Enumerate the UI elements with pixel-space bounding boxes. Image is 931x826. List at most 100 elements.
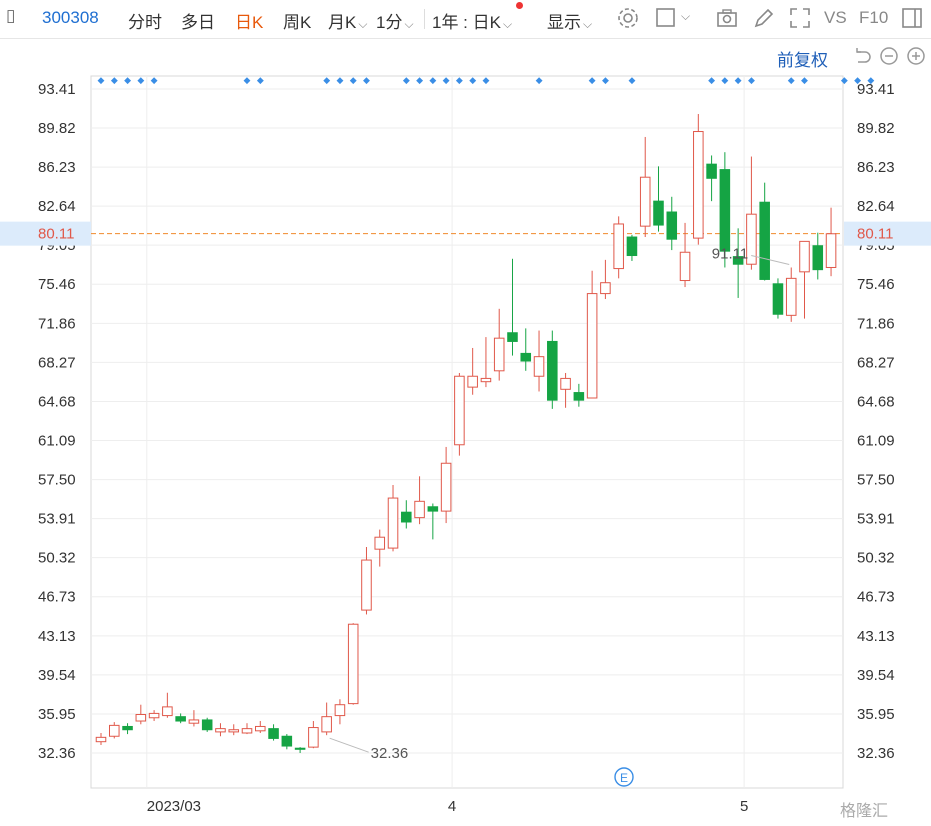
- event-diamond[interactable]: ◆: [137, 75, 144, 85]
- camera-icon[interactable]: [715, 6, 739, 30]
- event-diamond[interactable]: ◆: [336, 75, 343, 85]
- candle[interactable]: [414, 476, 425, 525]
- candle[interactable]: [175, 713, 186, 724]
- event-diamond[interactable]: ◆: [721, 75, 728, 85]
- event-diamond[interactable]: ◆: [602, 75, 609, 85]
- candle[interactable]: [666, 196, 678, 251]
- event-diamond[interactable]: ◆: [589, 75, 596, 85]
- candle[interactable]: [812, 232, 824, 280]
- candle[interactable]: [693, 114, 704, 245]
- tab-multi-day[interactable]: 多日: [181, 8, 215, 33]
- candle[interactable]: [586, 270, 598, 399]
- candle[interactable]: [467, 347, 478, 395]
- candle[interactable]: [732, 228, 744, 298]
- candle[interactable]: [281, 734, 293, 750]
- event-diamond[interactable]: ◆: [429, 75, 436, 85]
- event-diamond[interactable]: ◆: [456, 75, 463, 85]
- candle[interactable]: [427, 503, 439, 540]
- event-diamond[interactable]: ◆: [841, 75, 848, 85]
- candle[interactable]: [334, 699, 346, 725]
- tab-weekly-k[interactable]: 周K: [283, 8, 311, 33]
- candle[interactable]: [361, 547, 372, 615]
- candle[interactable]: [639, 136, 651, 238]
- event-diamond[interactable]: ◆: [801, 75, 808, 85]
- candle[interactable]: [241, 723, 253, 735]
- stock-code[interactable]: 300308: [42, 8, 99, 28]
- event-diamond[interactable]: ◆: [788, 75, 795, 85]
- candle[interactable]: [228, 724, 240, 736]
- candle[interactable]: [387, 485, 399, 552]
- event-diamond[interactable]: ◆: [735, 75, 742, 85]
- candle[interactable]: [162, 692, 173, 718]
- event-diamond[interactable]: ◆: [151, 75, 158, 85]
- period-selector[interactable]: 1年 : 日K ⌵: [432, 8, 512, 33]
- candle[interactable]: [772, 278, 784, 319]
- candle[interactable]: [268, 724, 279, 741]
- event-diamond[interactable]: ◆: [363, 75, 370, 85]
- candle[interactable]: [706, 155, 717, 202]
- candle[interactable]: [440, 446, 452, 524]
- gear-icon[interactable]: [616, 6, 640, 30]
- candle[interactable]: [520, 328, 532, 371]
- candle[interactable]: [493, 308, 505, 381]
- tab-daily-k[interactable]: 日K: [235, 8, 263, 33]
- event-diamond[interactable]: ◆: [854, 75, 861, 85]
- candle[interactable]: [507, 258, 518, 356]
- candle[interactable]: [785, 267, 797, 322]
- candle[interactable]: [321, 702, 332, 736]
- candle[interactable]: [613, 216, 624, 279]
- event-diamond[interactable]: ◆: [98, 75, 105, 85]
- display-menu[interactable]: 显示 ⌵: [547, 8, 592, 33]
- candle[interactable]: [600, 259, 611, 300]
- event-diamond[interactable]: ◆: [469, 75, 476, 85]
- event-diamond[interactable]: ◆: [628, 75, 635, 85]
- panel-toggle-icon[interactable]: ▯: [6, 6, 15, 26]
- candle[interactable]: [347, 623, 359, 705]
- candle[interactable]: [560, 372, 571, 408]
- event-diamond[interactable]: ◆: [708, 75, 715, 85]
- event-diamond[interactable]: ◆: [416, 75, 423, 85]
- candle[interactable]: [201, 717, 213, 732]
- candle[interactable]: [122, 723, 133, 735]
- event-diamond[interactable]: ◆: [350, 75, 357, 85]
- pencil-icon[interactable]: [752, 6, 776, 30]
- candle[interactable]: [308, 721, 319, 749]
- event-diamond[interactable]: ◆: [867, 75, 874, 85]
- candle[interactable]: [799, 240, 810, 319]
- candle[interactable]: [148, 710, 160, 722]
- candle[interactable]: [679, 222, 691, 288]
- candle[interactable]: [547, 330, 558, 409]
- event-diamond[interactable]: ◆: [536, 75, 543, 85]
- candle[interactable]: [653, 166, 664, 232]
- candle[interactable]: [215, 723, 226, 737]
- event-diamond[interactable]: ◆: [443, 75, 450, 85]
- candle[interactable]: [825, 207, 837, 277]
- e-event-marker[interactable]: E: [614, 767, 634, 787]
- tab-intraday[interactable]: 分时: [128, 8, 162, 33]
- fullscreen-icon[interactable]: [788, 6, 812, 30]
- event-diamond[interactable]: ◆: [257, 75, 264, 85]
- event-diamond[interactable]: ◆: [482, 75, 489, 85]
- event-diamond[interactable]: ◆: [124, 75, 131, 85]
- candle[interactable]: [188, 710, 200, 727]
- candlestick-chart[interactable]: 93.4189.8286.2382.6479.0575.4671.8668.27…: [0, 38, 931, 826]
- f10-button[interactable]: F10: [859, 8, 888, 28]
- candle[interactable]: [626, 234, 638, 261]
- candle[interactable]: [374, 529, 386, 567]
- checkbox-icon[interactable]: [654, 6, 678, 30]
- candle[interactable]: [135, 704, 147, 725]
- candle[interactable]: [533, 330, 545, 392]
- tab-monthly-k[interactable]: 月K ⌵: [328, 8, 367, 33]
- event-diamond[interactable]: ◆: [244, 75, 251, 85]
- candle[interactable]: [255, 721, 266, 733]
- candle[interactable]: [95, 732, 107, 745]
- tab-1min[interactable]: 1分 ⌵: [376, 8, 414, 33]
- candle[interactable]: [108, 722, 120, 739]
- candle[interactable]: [759, 182, 770, 281]
- side-panel-icon[interactable]: [900, 6, 924, 30]
- candle[interactable]: [573, 383, 585, 407]
- event-diamond[interactable]: ◆: [323, 75, 330, 85]
- candle[interactable]: [454, 372, 465, 456]
- vs-compare-button[interactable]: VS: [824, 8, 847, 28]
- candle[interactable]: [294, 747, 306, 753]
